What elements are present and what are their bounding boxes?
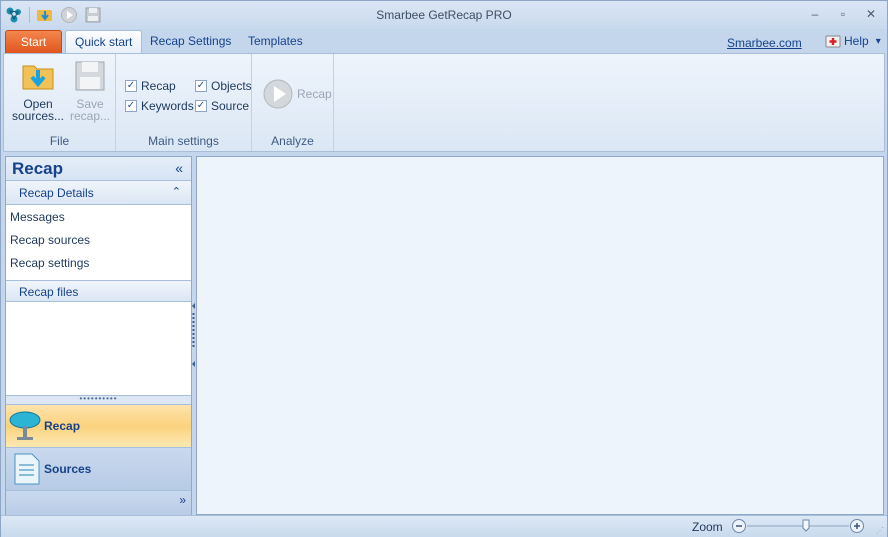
collapse-section-icon[interactable]: ⌃ <box>172 185 181 198</box>
minimize-button[interactable]: – <box>807 7 823 21</box>
group-label-file: File <box>49 134 70 148</box>
restore-button[interactable]: ▫ <box>835 7 851 21</box>
check-icon: ✓ <box>125 100 137 112</box>
zoom-slider[interactable] <box>731 518 865 534</box>
nav-footer: » <box>6 490 191 516</box>
window-controls: – ▫ ✕ <box>807 7 879 21</box>
window-title: Smarbee GetRecap PRO <box>376 8 512 22</box>
tab-recap-settings[interactable]: Recap Settings <box>141 30 240 54</box>
floppy-disk-icon <box>72 58 108 94</box>
play-icon <box>263 79 293 109</box>
ribbon: Open sources... Save recap... File ✓ Reca… <box>3 53 885 152</box>
main-content-area <box>196 156 884 515</box>
nav-title: Recap <box>12 159 64 178</box>
tab-start[interactable]: Start <box>5 30 62 54</box>
status-bar: Zoom ⋰ <box>1 515 887 537</box>
recap-details-header[interactable]: Recap Details ⌃ <box>6 181 191 205</box>
zoom-slider-thumb <box>802 519 810 532</box>
recap-files-list[interactable] <box>6 302 191 396</box>
check-icon: ✓ <box>195 80 207 92</box>
check-icon: ✓ <box>195 100 207 112</box>
first-aid-icon <box>825 35 841 48</box>
ribbon-tabs: Start Quick start Recap Settings Templat… <box>1 30 887 54</box>
list-item-recap-sources[interactable]: Recap sources <box>6 229 191 252</box>
objects-checkbox[interactable]: ✓ Objects <box>195 79 252 93</box>
lamp-icon <box>9 411 41 440</box>
nav-header: Recap « <box>6 157 191 181</box>
collapse-pane-button[interactable]: « <box>175 160 183 176</box>
folder-open-icon <box>20 58 56 94</box>
check-icon: ✓ <box>125 80 137 92</box>
list-item-messages[interactable]: Messages <box>6 206 191 229</box>
group-main-settings: ✓ Recap ✓ Keywords ✓ Objects ✓ Source Main s… <box>116 54 252 151</box>
close-button[interactable]: ✕ <box>863 7 879 21</box>
title-bar: Smarbee GetRecap PRO – ▫ ✕ <box>1 1 887 29</box>
source-checkbox[interactable]: ✓ Source <box>195 99 249 113</box>
open-sources-button[interactable]: Open sources... <box>12 58 64 122</box>
help-button[interactable]: Help ▾ <box>825 34 881 48</box>
nav-button-sources[interactable]: Sources <box>6 447 191 490</box>
recap-files-header[interactable]: Recap files <box>6 281 191 302</box>
tab-templates[interactable]: Templates <box>239 30 312 54</box>
smarbee-link[interactable]: Smarbee.com <box>727 36 802 50</box>
recap-checkbox[interactable]: ✓ Recap <box>125 79 176 93</box>
group-label-main-settings: Main settings <box>148 134 219 148</box>
group-analyze: Recap Analyze <box>252 54 334 151</box>
recap-run-button[interactable]: Recap <box>262 78 332 110</box>
navigation-pane: Recap « Recap Details ⌃ Messages Recap s… <box>5 156 192 516</box>
keywords-checkbox[interactable]: ✓ Keywords <box>125 99 194 113</box>
zoom-label: Zoom <box>692 520 723 534</box>
recap-details-list: Messages Recap sources Recap settings <box>6 205 191 281</box>
chevron-down-icon: ▾ <box>875 35 881 47</box>
group-file: Open sources... Save recap... File <box>4 54 116 151</box>
group-label-analyze: Analyze <box>271 134 314 148</box>
resize-grip[interactable]: •••••••••• <box>6 395 191 404</box>
tab-quick-start[interactable]: Quick start <box>65 30 143 54</box>
document-icon <box>14 453 40 485</box>
resize-handle-icon[interactable]: ⋰ <box>876 526 884 535</box>
save-recap-button[interactable]: Save recap... <box>64 58 116 122</box>
configure-buttons-button[interactable]: » <box>179 493 186 507</box>
nav-button-recap[interactable]: Recap <box>6 404 191 447</box>
help-label: Help <box>844 34 869 48</box>
app-window: Smarbee GetRecap PRO – ▫ ✕ Start Quick s… <box>0 0 888 537</box>
list-item-recap-settings[interactable]: Recap settings <box>6 252 191 275</box>
